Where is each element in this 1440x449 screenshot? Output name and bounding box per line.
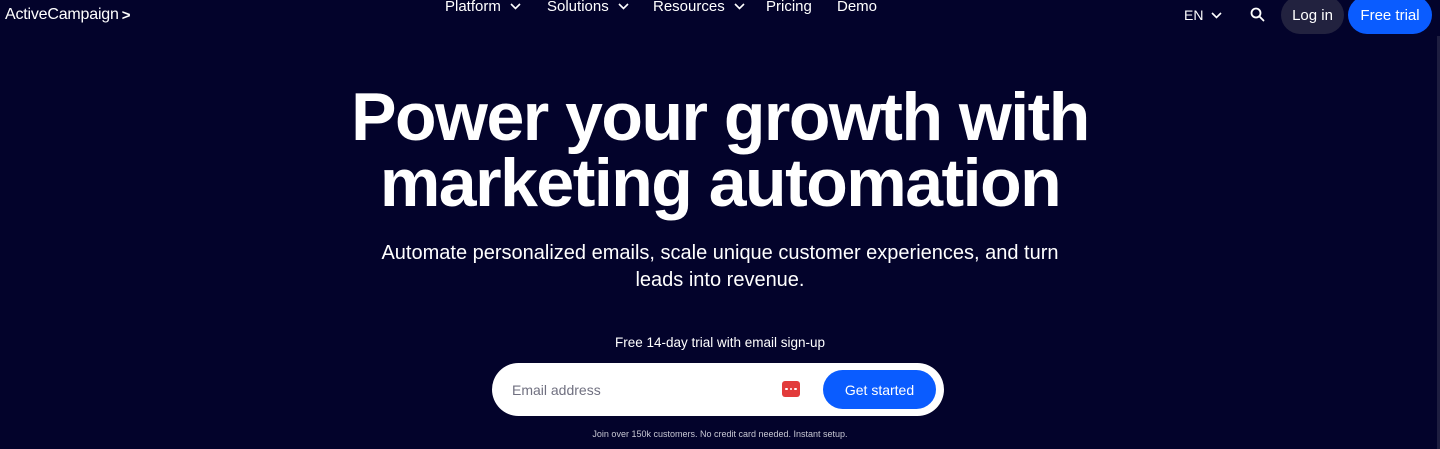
nav-item-pricing[interactable]: Pricing: [766, 0, 812, 15]
subhead-line-2: leads into revenue.: [635, 269, 805, 291]
nav-item-label: Pricing: [766, 0, 812, 15]
free-trial-button[interactable]: Free trial: [1348, 0, 1432, 34]
page: ActiveCampaign > Platform Solutions Reso…: [0, 0, 1440, 449]
headline-line-2: marketing automation: [379, 145, 1062, 221]
nav-item-solutions[interactable]: Solutions: [547, 0, 629, 15]
hero-headline: Power your growth with marketing automat…: [0, 83, 1440, 217]
nav-item-label: Solutions: [547, 0, 609, 15]
login-button[interactable]: Log in: [1281, 0, 1344, 34]
language-selector[interactable]: EN: [1184, 7, 1223, 23]
trial-note: Free 14-day trial with email sign-up: [614, 335, 826, 350]
logo-text: ActiveCampaign: [5, 6, 119, 23]
chevron-down-icon: [618, 2, 629, 10]
get-started-button[interactable]: Get started: [823, 370, 936, 409]
email-field[interactable]: [512, 377, 752, 402]
chevron-down-icon: [510, 2, 521, 10]
logo[interactable]: ActiveCampaign >: [5, 6, 130, 24]
top-nav: ActiveCampaign > Platform Solutions Reso…: [0, 0, 1440, 34]
nav-item-label: Resources: [653, 0, 725, 15]
nav-item-demo[interactable]: Demo: [837, 0, 877, 15]
chevron-down-icon: [1211, 11, 1223, 19]
nav-item-label: Platform: [445, 0, 501, 15]
logo-mark: >: [121, 6, 131, 24]
hero-subheading: Automate personalized emails, scale uniq…: [370, 240, 1070, 294]
nav-item-label: Demo: [837, 0, 878, 15]
subhead-line-1: Automate personalized emails, scale uniq…: [381, 242, 1059, 264]
signup-form: Get started: [492, 363, 944, 416]
nav-item-resources[interactable]: Resources: [653, 0, 745, 15]
nav-item-platform[interactable]: Platform: [445, 0, 521, 15]
headline-line-1: Power your growth with: [351, 79, 1090, 155]
search-icon[interactable]: [1250, 7, 1265, 22]
language-label: EN: [1184, 7, 1204, 23]
password-manager-icon[interactable]: [782, 381, 800, 397]
chevron-down-icon: [734, 2, 745, 10]
fine-print: Join over 150k customers. No credit card…: [592, 429, 848, 439]
